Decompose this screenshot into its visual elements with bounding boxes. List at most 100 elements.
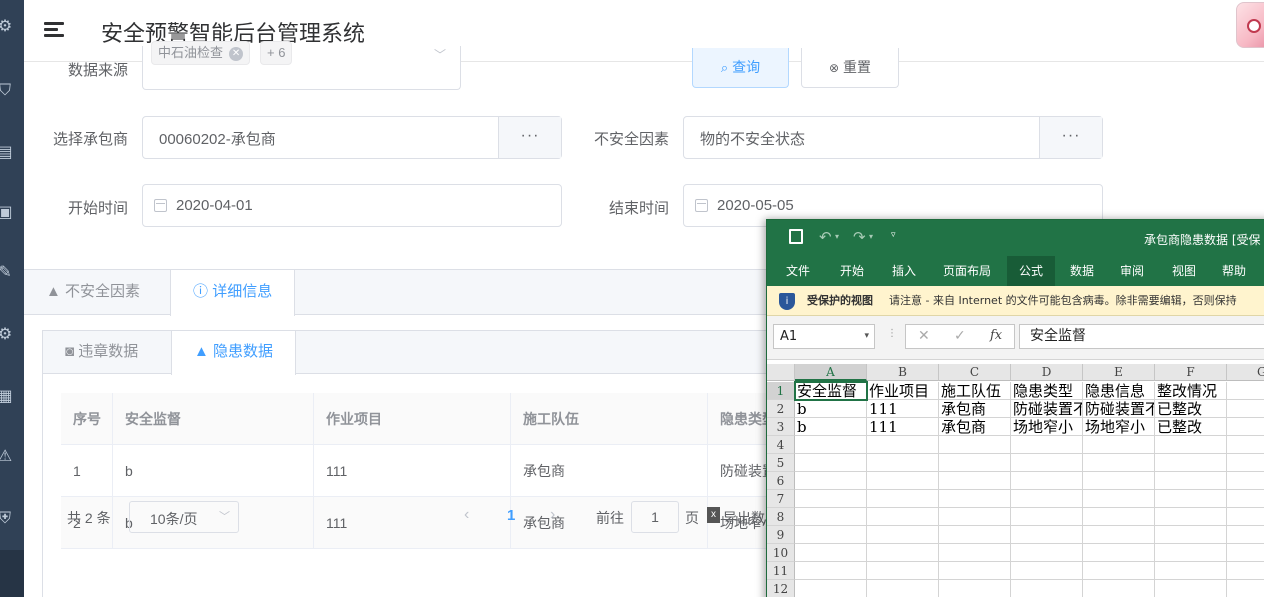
spreadsheet-cell[interactable]: 已整改 bbox=[1155, 418, 1227, 436]
alert-icon[interactable]: ⚠ bbox=[0, 446, 16, 468]
spreadsheet-cell[interactable] bbox=[1011, 454, 1083, 472]
shield-check-icon[interactable]: ⛨ bbox=[0, 508, 16, 530]
spreadsheet-cell[interactable] bbox=[1083, 580, 1155, 597]
column-header-b[interactable]: B bbox=[867, 364, 939, 381]
tab-unsafe-factors[interactable]: ▲ 不安全因素 bbox=[24, 270, 162, 315]
spreadsheet-cell[interactable] bbox=[1011, 544, 1083, 562]
spreadsheet-cell[interactable] bbox=[1083, 490, 1155, 508]
row-header[interactable]: 12 bbox=[767, 580, 795, 597]
spreadsheet-cell[interactable]: 承包商 bbox=[939, 418, 1011, 436]
spreadsheet-cell[interactable] bbox=[1083, 454, 1155, 472]
undo-dropdown-icon[interactable]: ▾ bbox=[835, 232, 839, 241]
spreadsheet-cell[interactable]: 场地窄小 bbox=[1011, 418, 1083, 436]
spreadsheet-cell[interactable]: 已整改 bbox=[1155, 400, 1227, 418]
menu-icon-1[interactable]: ⚙ bbox=[0, 16, 16, 38]
spreadsheet-cell[interactable] bbox=[1227, 508, 1264, 526]
spreadsheet-cell[interactable]: 安全监督 bbox=[794, 381, 868, 401]
spreadsheet-cell[interactable] bbox=[867, 526, 939, 544]
spreadsheet-cell[interactable] bbox=[1227, 436, 1264, 454]
spreadsheet-cell[interactable] bbox=[867, 544, 939, 562]
spreadsheet-cell[interactable]: 防碰装置不 bbox=[1083, 400, 1155, 418]
spreadsheet-cell[interactable] bbox=[1011, 580, 1083, 597]
ribbon-tab-home[interactable]: 开始 bbox=[831, 256, 873, 286]
spreadsheet-cell[interactable] bbox=[1155, 580, 1227, 597]
spreadsheet-cell[interactable] bbox=[1227, 400, 1264, 418]
col-header-supervisor[interactable]: 安全监督 bbox=[113, 393, 314, 445]
spreadsheet-cell[interactable] bbox=[867, 454, 939, 472]
column-header-e[interactable]: E bbox=[1083, 364, 1155, 381]
name-box[interactable]: A1 ▾ bbox=[773, 324, 875, 349]
spreadsheet-cell[interactable] bbox=[795, 436, 867, 454]
undo-icon[interactable]: ↶ bbox=[819, 228, 832, 246]
tab-hazard-data[interactable]: ▲ 隐患数据 bbox=[171, 331, 297, 375]
hamburger-icon[interactable] bbox=[44, 22, 64, 38]
spreadsheet-cell[interactable]: 111 bbox=[867, 418, 939, 436]
spreadsheet-cell[interactable] bbox=[1011, 526, 1083, 544]
data-source-select[interactable]: 中石油检查 ✕ + 6 ﹀ bbox=[142, 41, 461, 90]
spreadsheet-cell[interactable] bbox=[1227, 490, 1264, 508]
spreadsheet-cell[interactable] bbox=[1227, 526, 1264, 544]
tag-close-icon[interactable]: ✕ bbox=[229, 46, 244, 61]
monitor-icon[interactable]: ▣ bbox=[0, 202, 16, 224]
spreadsheet-cell[interactable] bbox=[867, 580, 939, 597]
formula-input[interactable]: 安全监督 bbox=[1019, 324, 1264, 349]
insert-function-icon[interactable]: fx bbox=[990, 328, 1002, 343]
spreadsheet-cell[interactable] bbox=[1083, 508, 1155, 526]
spreadsheet-cell[interactable] bbox=[795, 580, 867, 597]
tool-icon[interactable]: ✎ bbox=[0, 262, 16, 284]
row-header[interactable]: 3 bbox=[767, 418, 795, 436]
next-page-icon[interactable]: › bbox=[550, 506, 555, 524]
redo-dropdown-icon[interactable]: ▾ bbox=[869, 232, 873, 241]
spreadsheet-cell[interactable] bbox=[1011, 508, 1083, 526]
spreadsheet-cell[interactable] bbox=[1011, 436, 1083, 454]
tab-violation-data[interactable]: ◙ 违章数据 bbox=[43, 331, 160, 374]
ribbon-tab-page-layout[interactable]: 页面布局 bbox=[935, 256, 999, 286]
spreadsheet-cell[interactable] bbox=[939, 544, 1011, 562]
report-icon[interactable]: ▦ bbox=[0, 386, 16, 408]
ribbon-tab-file[interactable]: 文件 bbox=[777, 256, 819, 286]
spreadsheet-cell[interactable] bbox=[867, 562, 939, 580]
row-header[interactable]: 7 bbox=[767, 490, 795, 508]
spreadsheet-cell[interactable]: 作业项目 bbox=[867, 382, 939, 400]
redo-icon[interactable]: ↷ bbox=[853, 228, 866, 246]
spreadsheet-cell[interactable]: b bbox=[795, 418, 867, 436]
spreadsheet-cell[interactable] bbox=[1155, 490, 1227, 508]
spreadsheet-cell[interactable] bbox=[1155, 436, 1227, 454]
save-icon[interactable] bbox=[789, 229, 803, 244]
row-header[interactable]: 4 bbox=[767, 436, 795, 454]
spreadsheet-cell[interactable] bbox=[1227, 580, 1264, 597]
spreadsheet-cell[interactable] bbox=[795, 562, 867, 580]
column-header-c[interactable]: C bbox=[939, 364, 1011, 381]
spreadsheet-cell[interactable] bbox=[939, 562, 1011, 580]
spreadsheet-cell[interactable]: b bbox=[795, 400, 867, 418]
col-header-index[interactable]: 序号 bbox=[61, 393, 113, 445]
start-date-input[interactable]: 2020-04-01 bbox=[142, 184, 562, 227]
unsafe-factor-input[interactable]: 物的不安全状态 ··· bbox=[683, 116, 1103, 159]
row-header[interactable]: 1 bbox=[767, 382, 795, 400]
contractor-input[interactable]: 00060202-承包商 ··· bbox=[142, 116, 562, 159]
column-header-a[interactable]: A bbox=[795, 364, 867, 381]
spreadsheet-cell[interactable] bbox=[939, 490, 1011, 508]
export-label[interactable]: 导出数 bbox=[723, 508, 765, 528]
customize-toolbar-icon[interactable]: ▿ bbox=[891, 230, 896, 240]
contractor-picker-button[interactable]: ··· bbox=[498, 117, 561, 158]
check-icon[interactable]: ✓ bbox=[954, 328, 966, 344]
reset-button[interactable]: ⊗ 重置 bbox=[801, 48, 899, 88]
spreadsheet-cell[interactable] bbox=[1155, 508, 1227, 526]
spreadsheet-cell[interactable] bbox=[1155, 472, 1227, 490]
gear-icon[interactable]: ⚙ bbox=[0, 324, 16, 346]
spreadsheet-cell[interactable] bbox=[939, 472, 1011, 490]
unsafe-factor-picker-button[interactable]: ··· bbox=[1039, 117, 1102, 158]
spreadsheet-cell[interactable] bbox=[867, 490, 939, 508]
spreadsheet-cell[interactable] bbox=[1083, 472, 1155, 490]
avatar[interactable] bbox=[1236, 2, 1264, 48]
spreadsheet-cell[interactable]: 隐患信息 bbox=[1083, 382, 1155, 400]
prev-page-icon[interactable]: ‹ bbox=[464, 506, 469, 524]
spreadsheet-cell[interactable] bbox=[1155, 526, 1227, 544]
spreadsheet-cell[interactable] bbox=[1083, 562, 1155, 580]
spreadsheet-cell[interactable]: 111 bbox=[867, 400, 939, 418]
spreadsheet-cell[interactable] bbox=[1227, 472, 1264, 490]
goto-page-input[interactable]: 1 bbox=[631, 501, 679, 533]
spreadsheet-cell[interactable] bbox=[939, 526, 1011, 544]
spreadsheet-cell[interactable] bbox=[795, 454, 867, 472]
